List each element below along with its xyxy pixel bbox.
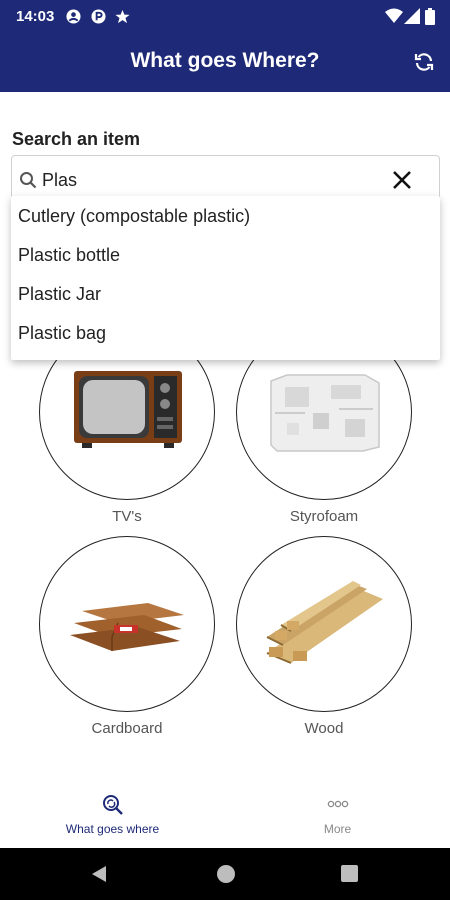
item-label: Wood (304, 720, 344, 737)
account-icon (66, 9, 81, 24)
suggestion-item[interactable]: Plastic bottle (18, 245, 120, 266)
tab-label: What goes where (65, 822, 160, 836)
search-label: Search an item (12, 129, 141, 149)
cardboard-icon (70, 603, 184, 651)
recents-icon[interactable] (341, 865, 358, 882)
item-circle (39, 536, 215, 712)
item-label: Cardboard (91, 720, 163, 737)
wifi-icon (385, 8, 403, 23)
battery-icon (425, 8, 435, 25)
bottom-nav: What goes where More (0, 786, 450, 848)
app-bar: What goes Where? (0, 33, 450, 92)
clear-icon[interactable] (390, 168, 414, 192)
item-circle (236, 536, 412, 712)
tab-more[interactable]: More (225, 786, 450, 848)
item-label: TV's (112, 508, 142, 525)
search-icon (20, 172, 37, 189)
search-input[interactable] (42, 166, 382, 194)
status-bar: 14:03 (0, 0, 450, 33)
suggestion-item[interactable]: Plastic Jar (18, 284, 101, 305)
parking-icon (91, 9, 106, 24)
tv-icon (74, 371, 182, 448)
app-title: What goes Where? (130, 49, 320, 72)
suggestion-item[interactable]: Plastic bag (18, 323, 106, 344)
tab-what-goes-where[interactable]: What goes where (0, 786, 225, 848)
refresh-icon[interactable] (412, 50, 436, 74)
system-nav-bar (0, 848, 450, 900)
status-time: 14:03 (16, 8, 55, 25)
suggestions-dropdown: Cutlery (compostable plastic) Plastic bo… (11, 196, 440, 360)
wood-icon (266, 581, 383, 664)
search-recycle-icon (103, 795, 123, 815)
more-icon (327, 800, 349, 808)
suggestion-item[interactable]: Cutlery (compostable plastic) (18, 206, 250, 227)
item-label: Styrofoam (289, 508, 359, 525)
home-icon[interactable] (216, 864, 236, 884)
back-icon[interactable] (91, 865, 107, 883)
signal-icon (404, 8, 420, 24)
tab-label: More (323, 822, 352, 836)
styrofoam-icon (270, 374, 380, 452)
star-icon (115, 9, 130, 24)
